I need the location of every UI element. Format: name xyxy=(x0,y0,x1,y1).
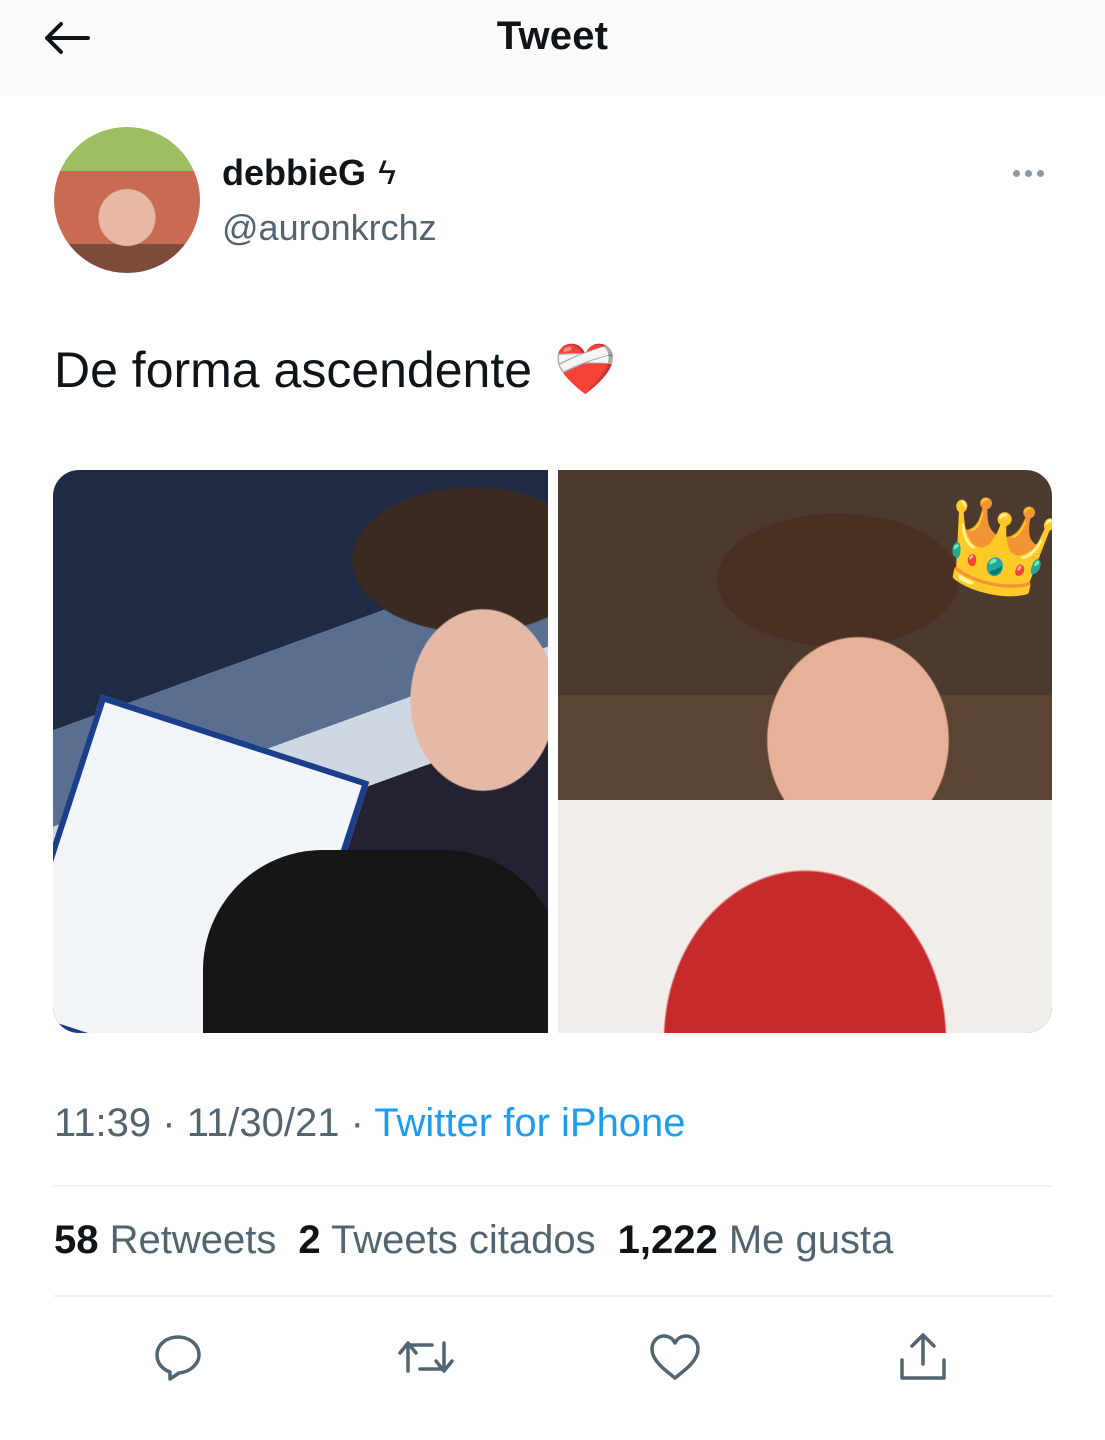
retweets-count: 58 xyxy=(54,1218,99,1262)
retweet-button[interactable] xyxy=(396,1327,456,1387)
quotes-label: Tweets citados xyxy=(331,1218,596,1262)
tweet-meta: 11:39 · 11/30/21 · Twitter for iPhone xyxy=(54,1101,686,1146)
likes-stat[interactable]: 1,222 Me gusta xyxy=(618,1218,894,1263)
quotes-stat[interactable]: 2 Tweets citados xyxy=(298,1218,595,1263)
reply-button[interactable] xyxy=(148,1327,208,1387)
likes-count: 1,222 xyxy=(617,1218,718,1262)
tweet-media-grid: 👑 xyxy=(53,470,1052,1033)
tweet-text: De forma ascendente ❤️‍🩹 xyxy=(54,340,616,399)
lightning-glyph: ϟ xyxy=(378,153,397,192)
reply-icon xyxy=(155,1335,201,1381)
meta-separator: · xyxy=(162,1101,176,1145)
more-dot-icon xyxy=(1012,169,1020,177)
divider xyxy=(53,1185,1052,1187)
photo-right-jacket xyxy=(557,800,1052,1033)
share-icon xyxy=(900,1333,946,1380)
like-button[interactable] xyxy=(645,1327,705,1387)
more-dot-icon xyxy=(1036,169,1044,177)
mending-heart-emoji: ❤️‍🩹 xyxy=(554,341,617,397)
tweet-source-link[interactable]: Twitter for iPhone xyxy=(374,1101,685,1145)
author-name-row[interactable]: debbieG ϟ xyxy=(222,152,396,194)
retweets-label: Retweets xyxy=(109,1218,277,1262)
tweet-time: 11:39 xyxy=(54,1101,152,1145)
photo-left-shirt xyxy=(203,850,548,1033)
share-button[interactable] xyxy=(893,1327,953,1387)
tweet-text-content: De forma ascendente xyxy=(54,341,533,398)
more-dot-icon xyxy=(1024,169,1032,177)
retweets-stat[interactable]: 58 Retweets xyxy=(54,1218,276,1263)
quotes-count: 2 xyxy=(298,1218,321,1262)
like-icon xyxy=(650,1334,700,1380)
retweet-icon xyxy=(398,1341,454,1373)
tweet-photo-right[interactable]: 👑 xyxy=(557,470,1052,1033)
author-handle[interactable]: @auronkrchz xyxy=(222,207,437,249)
divider xyxy=(53,1295,1052,1297)
page-title: Tweet xyxy=(496,14,609,58)
likes-label: Me gusta xyxy=(728,1218,894,1262)
tweet-stats: 58 Retweets 2 Tweets citados 1,222 Me gu… xyxy=(54,1218,893,1263)
crown-sticker: 👑 xyxy=(933,487,1052,609)
more-options-button[interactable] xyxy=(1003,158,1053,188)
top-bar: Tweet xyxy=(0,0,1105,96)
meta-separator: · xyxy=(350,1101,364,1145)
tweet-date: 11/30/21 xyxy=(186,1101,340,1145)
tweet-photo-left[interactable] xyxy=(53,470,548,1033)
display-name[interactable]: debbieG xyxy=(222,152,366,194)
avatar[interactable] xyxy=(54,127,200,273)
